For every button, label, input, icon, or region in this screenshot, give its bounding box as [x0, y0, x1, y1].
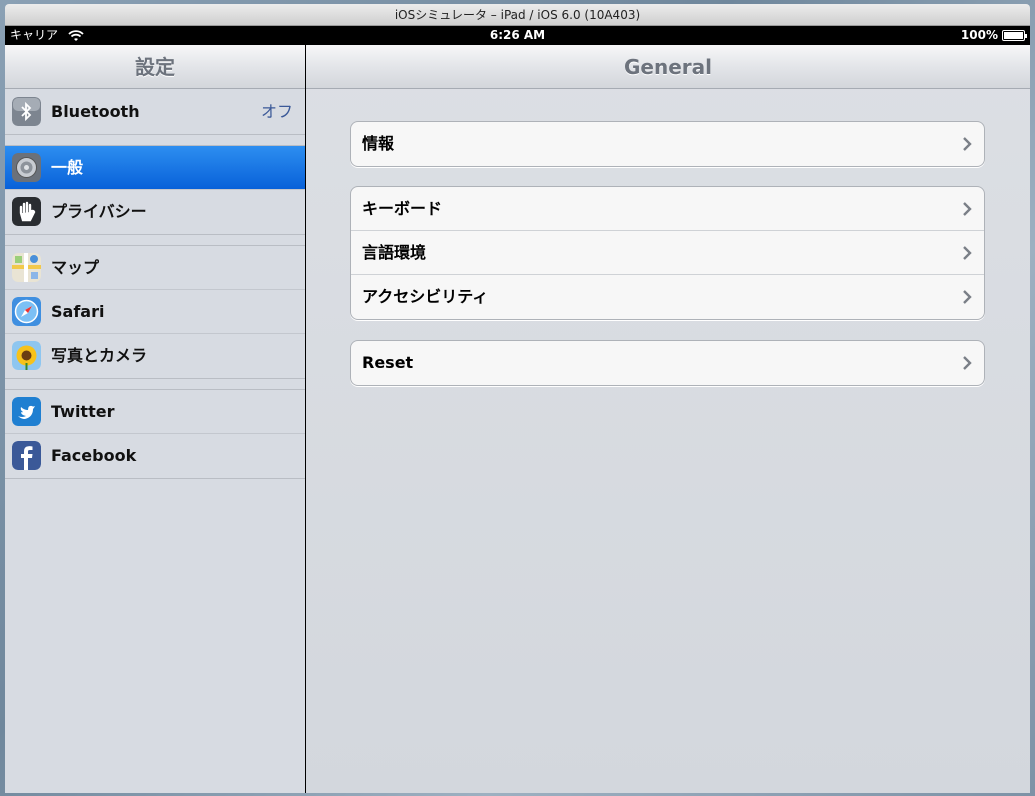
window-titlebar: iOSシミュレータ – iPad / iOS 6.0 (10A403): [5, 4, 1030, 26]
chevron-right-icon: [963, 246, 972, 260]
master-navbar: 設定: [5, 45, 305, 89]
row-label: 情報: [362, 134, 395, 153]
window-title: iOSシミュレータ – iPad / iOS 6.0 (10A403): [394, 8, 641, 22]
row-label: アクセシビリティ: [362, 287, 489, 306]
sidebar-item-label: Safari: [51, 302, 105, 321]
chevron-right-icon: [963, 202, 972, 216]
gear-icon: [12, 153, 41, 182]
simulator-window: iOSシミュレータ – iPad / iOS 6.0 (10A403) キャリア…: [0, 0, 1035, 796]
reset-row[interactable]: Reset: [351, 341, 984, 385]
keyboard-row[interactable]: キーボード: [351, 187, 984, 231]
settings-group-1: Bluetooth オフ: [5, 90, 305, 135]
settings-group-2: 一般 プライバシー: [5, 145, 305, 235]
battery-icon: [1002, 30, 1027, 41]
master-title: 設定: [135, 55, 175, 79]
ios-status-bar: キャリア 6:26 AM 100%: [5, 26, 1030, 45]
language-row[interactable]: 言語環境: [351, 231, 984, 275]
sunflower-icon: [12, 341, 41, 370]
sidebar-item-label: 一般: [51, 158, 84, 177]
status-time: 6:26 AM: [489, 28, 546, 42]
detail-pane: General 情報 キーボード 言語環境 アクセシビリティ Reset: [306, 45, 1030, 793]
ipad-screen: 設定 Bluetooth オフ 一般 プライバシー マップ Safari 写真と…: [5, 45, 1030, 793]
settings-list: Bluetooth オフ 一般 プライバシー マップ Safari 写真とカメラ…: [5, 90, 305, 489]
sidebar-item-label: プライバシー: [51, 202, 147, 221]
sidebar-item-label: マップ: [51, 258, 100, 277]
row-label: キーボード: [362, 199, 443, 218]
chevron-right-icon: [963, 137, 972, 151]
sidebar-item-safari[interactable]: Safari: [5, 290, 305, 334]
sidebar-item-label: 写真とカメラ: [51, 346, 148, 365]
row-label: Reset: [362, 353, 414, 372]
about-row[interactable]: 情報: [351, 122, 984, 166]
sidebar-item-label: Bluetooth: [51, 102, 140, 121]
sidebar-item-general[interactable]: 一般: [5, 146, 305, 190]
row-label: 言語環境: [362, 243, 427, 262]
sidebar-item-maps[interactable]: マップ: [5, 246, 305, 290]
chevron-right-icon: [963, 290, 972, 304]
hand-icon: [12, 197, 41, 226]
sidebar-item-privacy[interactable]: プライバシー: [5, 190, 305, 234]
bluetooth-status-value: オフ: [260, 102, 293, 121]
detail-title: General: [624, 55, 712, 79]
settings-group-4: Twitter Facebook: [5, 389, 305, 479]
sidebar-item-label: Twitter: [51, 402, 115, 421]
battery-percent: 100%: [960, 28, 998, 42]
sidebar-item-twitter[interactable]: Twitter: [5, 390, 305, 434]
detail-group-input: キーボード 言語環境 アクセシビリティ: [350, 186, 985, 320]
facebook-f-icon: [12, 441, 41, 470]
sidebar-item-bluetooth[interactable]: Bluetooth オフ: [5, 90, 305, 134]
sidebar-item-facebook[interactable]: Facebook: [5, 434, 305, 478]
maps-icon: [12, 253, 41, 282]
chevron-right-icon: [963, 356, 972, 370]
compass-icon: [12, 297, 41, 326]
accessibility-row[interactable]: アクセシビリティ: [351, 275, 984, 319]
detail-navbar: General: [306, 45, 1030, 89]
master-pane: 設定 Bluetooth オフ 一般 プライバシー マップ Safari 写真と…: [5, 45, 305, 793]
sidebar-item-photos-camera[interactable]: 写真とカメラ: [5, 334, 305, 378]
sidebar-item-label: Facebook: [51, 446, 137, 465]
settings-group-3: マップ Safari 写真とカメラ: [5, 245, 305, 379]
detail-group-reset: Reset: [350, 340, 985, 386]
detail-group-about: 情報: [350, 121, 985, 167]
bluetooth-icon: [12, 97, 41, 126]
twitter-bird-icon: [12, 397, 41, 426]
